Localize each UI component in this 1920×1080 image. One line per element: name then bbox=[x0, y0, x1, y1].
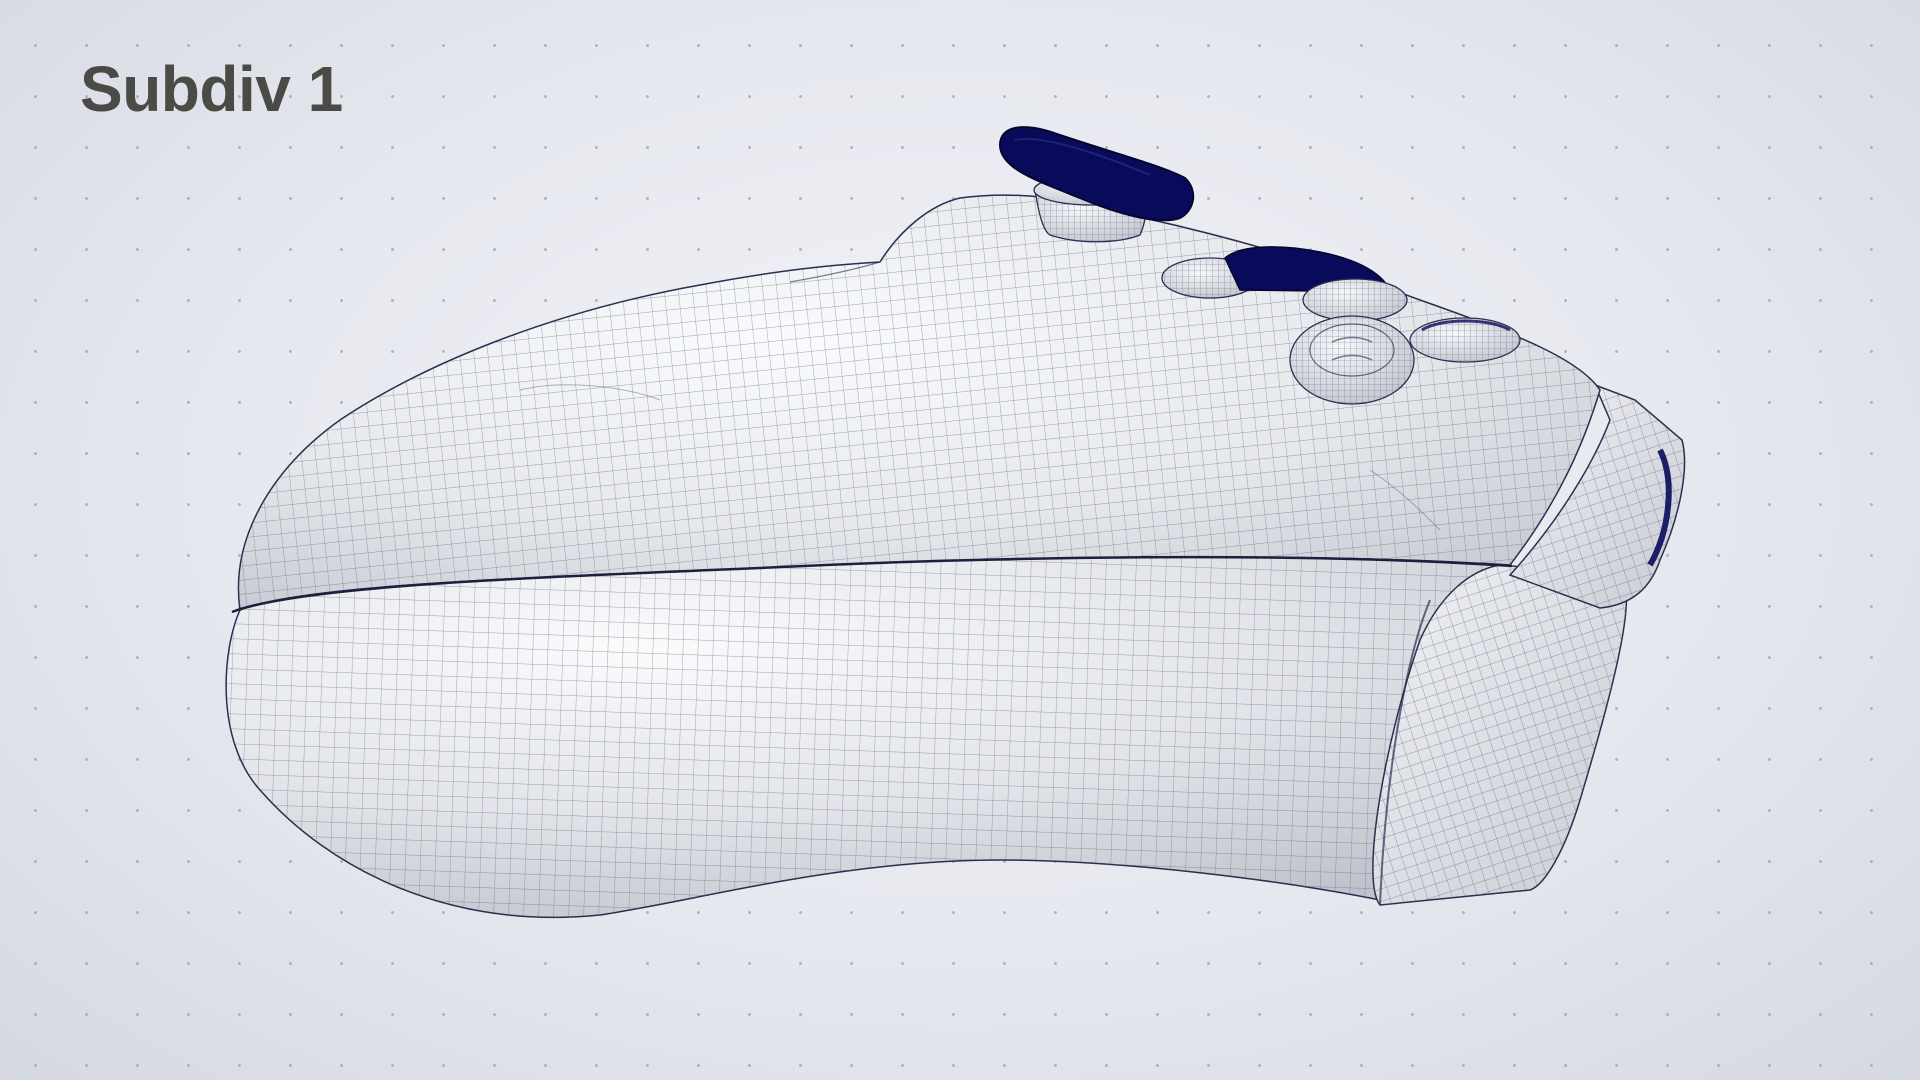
3d-viewport[interactable]: Subdiv 1 bbox=[0, 0, 1920, 1080]
face-button-center[interactable] bbox=[1302, 278, 1408, 322]
controller-model[interactable] bbox=[0, 0, 1920, 1080]
upper-shell bbox=[231, 194, 1601, 614]
face-button-lower[interactable] bbox=[1289, 315, 1415, 405]
face-button-right[interactable] bbox=[1409, 317, 1521, 363]
